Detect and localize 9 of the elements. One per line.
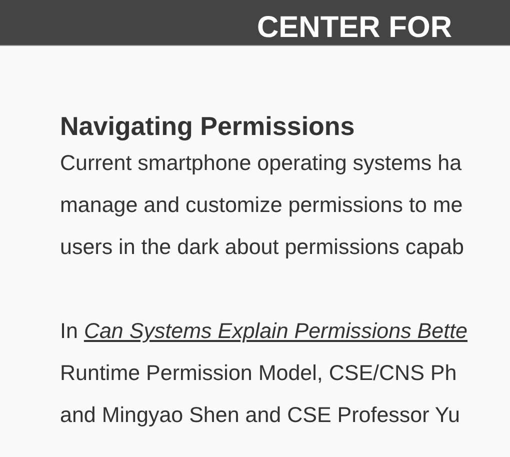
paragraph-line: Current smartphone operating systems ha: [60, 150, 462, 177]
section-heading: Navigating Permissions: [60, 110, 356, 142]
paragraph-line: and Mingyao Shen and CSE Professor Yu: [60, 402, 460, 429]
site-title: CENTER FOR: [257, 11, 452, 45]
paragraph-line: users in the dark about permissions capab: [60, 234, 464, 261]
paragraph-text: In: [60, 318, 78, 345]
paragraph-line: manage and customize permissions to me: [60, 192, 463, 219]
article-link[interactable]: Can Systems Explain Permissions Bette: [84, 310, 468, 352]
paragraph-line: Runtime Permission Model, CSE/CNS Ph: [60, 360, 457, 387]
